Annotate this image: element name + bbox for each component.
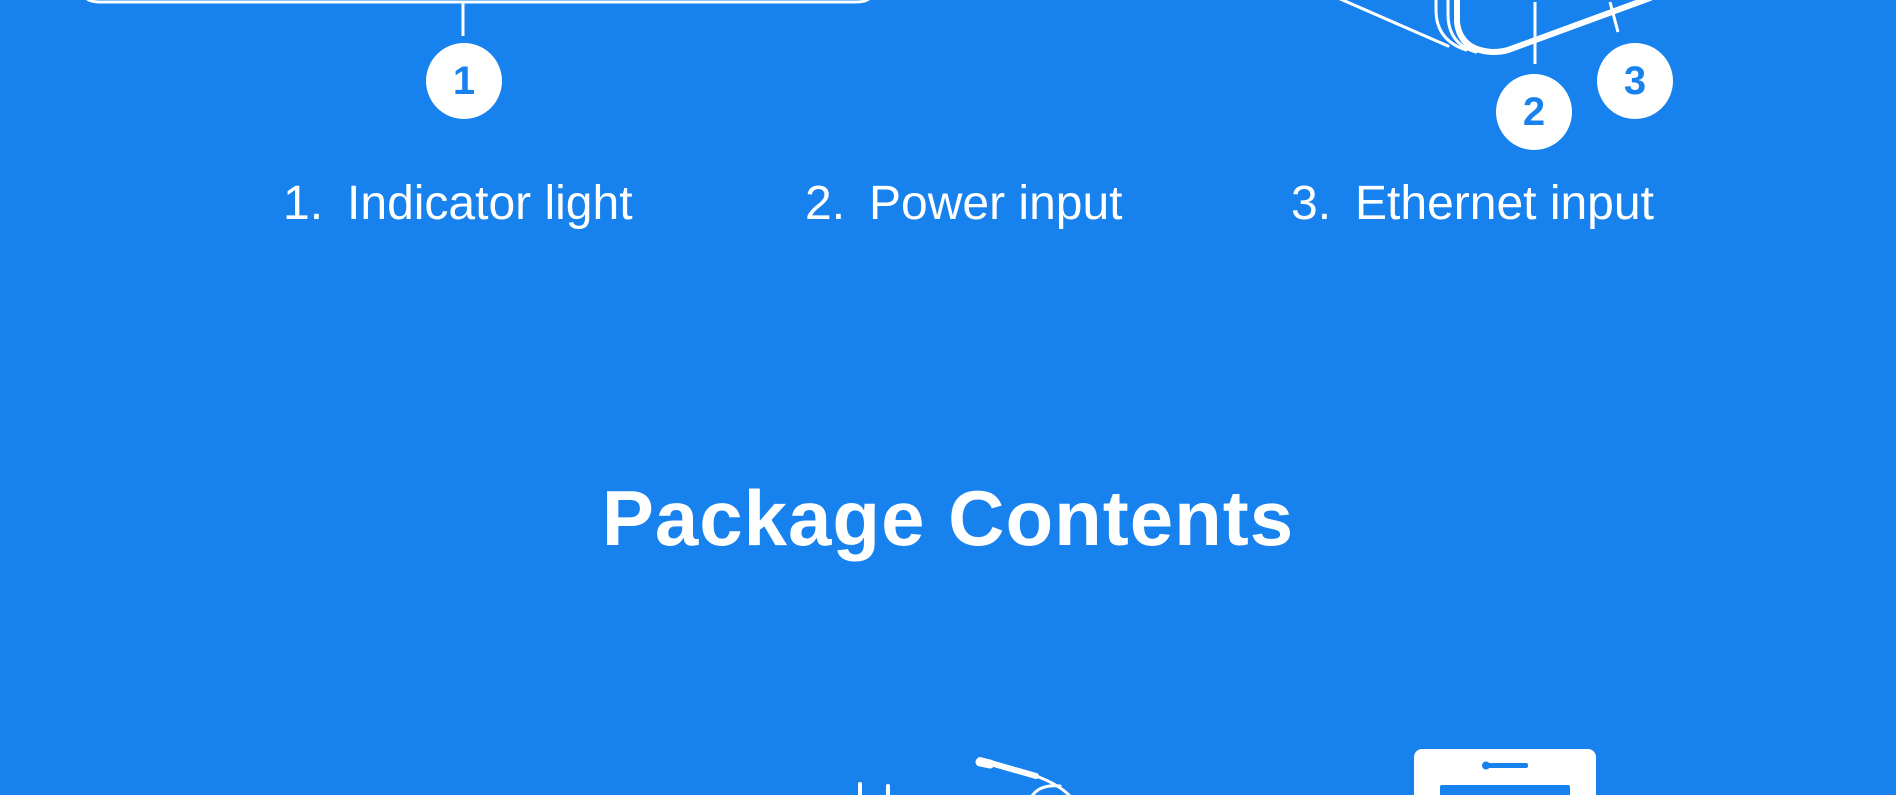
callout-badge-1: 1 — [426, 43, 502, 119]
power-cable-icon — [858, 757, 1072, 795]
callout-label-number: 1. — [283, 177, 324, 230]
callout-line-3 — [1608, 1, 1620, 33]
power-adapter-icon — [1414, 749, 1596, 795]
callout-label-text: Power input — [869, 177, 1123, 230]
product-diagram — [86, 0, 1653, 795]
package-contents-title: Package Contents — [601, 474, 1295, 562]
callout-label-3: 3. Ethernet input — [1291, 176, 1654, 232]
callout-badge-2: 2 — [1496, 74, 1572, 150]
callout-label-number: 2. — [805, 177, 846, 230]
callout-label-2: 2. Power input — [805, 176, 1123, 232]
callout-label-text: Indicator light — [347, 177, 633, 230]
callout-badge-3: 3 — [1597, 43, 1673, 119]
device-outline-icon — [86, 0, 870, 4]
device-ports-icon — [1338, 0, 1653, 55]
callout-label-number: 3. — [1291, 177, 1332, 230]
callout-label-text: Ethernet input — [1355, 177, 1654, 230]
callout-label-1: 1. Indicator light — [283, 176, 633, 232]
